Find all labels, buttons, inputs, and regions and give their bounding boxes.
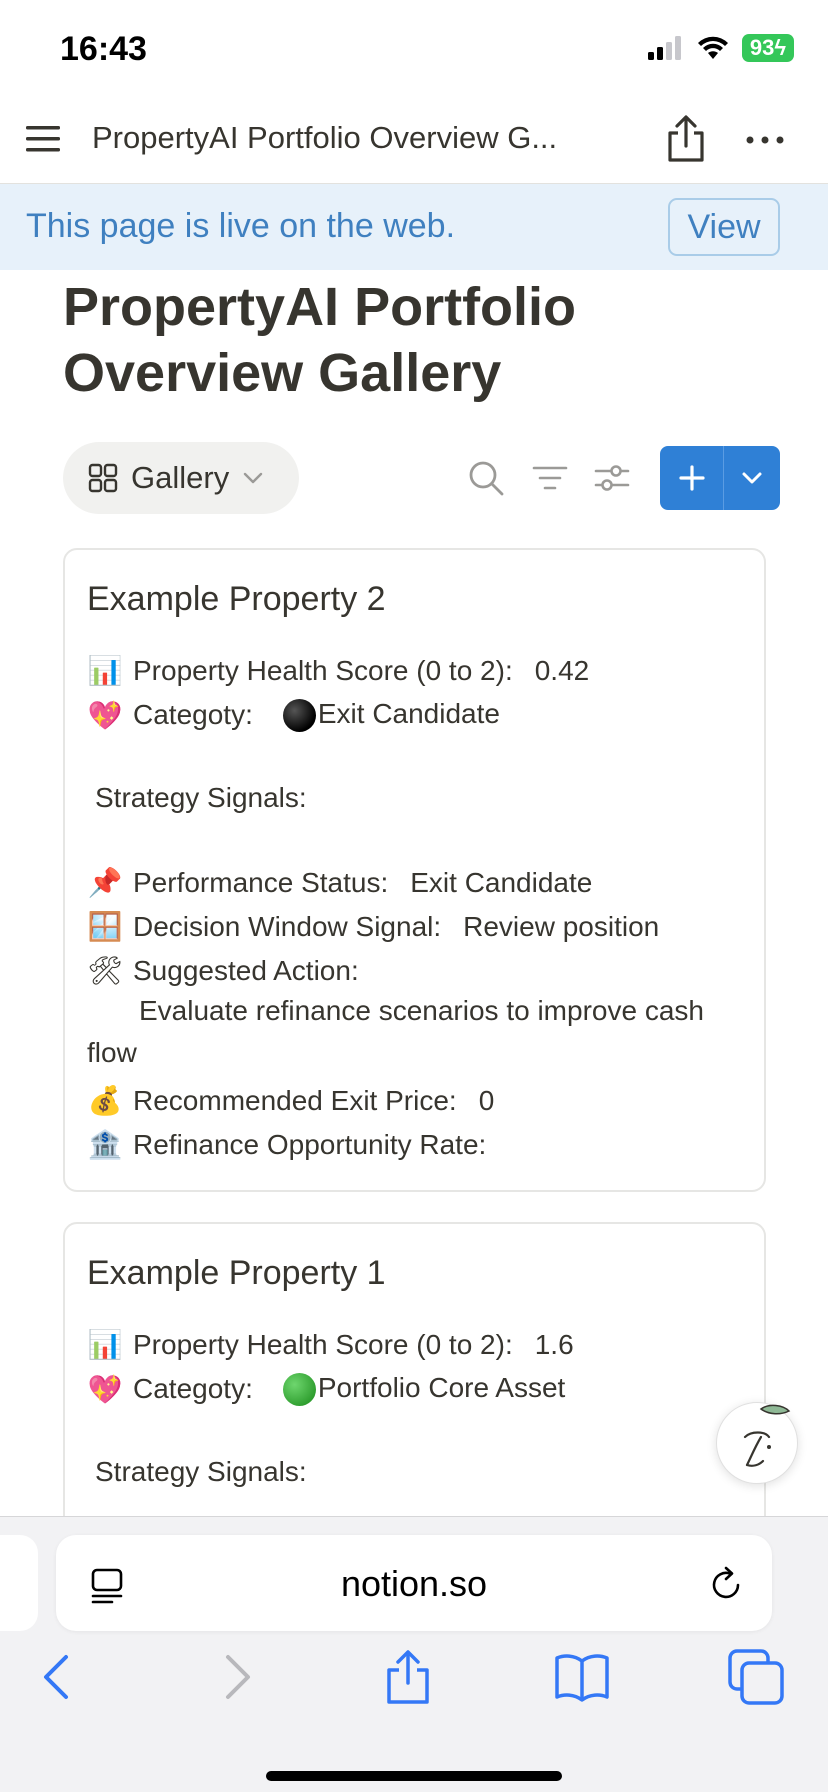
gallery-card[interactable]: Example Property 2 📊 Property Health Sco… bbox=[63, 548, 766, 1192]
cellular-signal-icon bbox=[647, 36, 681, 60]
gallery-view-label: Gallery bbox=[131, 460, 230, 495]
category-property: 💖 Categoty: Exit Candidate bbox=[87, 698, 500, 733]
suggested-action-line-2: flow bbox=[87, 1037, 137, 1068]
health-score-label: Property Health Score (0 to 2): bbox=[133, 1328, 513, 1360]
refinance-opportunity-rate: 🏦 Refinance Opportunity Rate: bbox=[87, 1128, 487, 1161]
wifi-icon bbox=[697, 36, 728, 59]
exit-price-value: 0 bbox=[478, 1084, 495, 1116]
health-score-value: 0.42 bbox=[534, 654, 590, 686]
decision-window-signal: 🪟 Decision Window Signal: Review positio… bbox=[87, 910, 660, 943]
heart-icon: 💖 bbox=[87, 1372, 123, 1406]
bar-chart-icon: 📊 bbox=[87, 1328, 123, 1361]
property-health-score: 📊 Property Health Score (0 to 2): 0.42 bbox=[87, 654, 590, 687]
status-time: 16:43 bbox=[60, 30, 147, 68]
recommended-exit-price: 💰 Recommended Exit Price: 0 bbox=[87, 1084, 495, 1117]
view-settings-icon[interactable] bbox=[592, 458, 632, 498]
charging-bolt-icon: ϟ bbox=[774, 35, 786, 60]
health-score-value: 1.6 bbox=[534, 1328, 574, 1360]
category-text: Exit Candidate bbox=[317, 698, 500, 729]
bar-chart-icon: 📊 bbox=[87, 654, 123, 687]
black-circle-icon bbox=[282, 699, 316, 733]
strategy-signals-label: Strategy Signals: bbox=[95, 1456, 307, 1487]
status-bar: 16:43 93ϟ bbox=[0, 0, 828, 96]
more-options-icon[interactable] bbox=[742, 120, 788, 160]
category-label: Categoty: bbox=[133, 1373, 253, 1405]
decision-window-label: Decision Window Signal: bbox=[133, 910, 442, 942]
share-icon[interactable] bbox=[378, 1647, 438, 1707]
live-on-web-banner: This page is live on the web. View bbox=[0, 184, 828, 270]
performance-status-value: Exit Candidate bbox=[410, 866, 593, 898]
battery-level: 93 bbox=[749, 35, 775, 60]
decision-window-value: Review position bbox=[463, 910, 660, 942]
suggested-action-label: Suggested Action: bbox=[133, 954, 359, 986]
back-icon[interactable] bbox=[28, 1647, 88, 1707]
suggested-action-value: Evaluate refinance scenarios to improve … bbox=[87, 990, 747, 1074]
bookmarks-icon[interactable] bbox=[552, 1647, 612, 1707]
previous-tab-peek[interactable] bbox=[0, 1535, 38, 1631]
help-assistant-button[interactable] bbox=[716, 1402, 798, 1484]
property-health-score: 📊 Property Health Score (0 to 2): 1.6 bbox=[87, 1328, 574, 1361]
card-title: Example Property 2 bbox=[87, 580, 386, 618]
gallery-card[interactable]: Example Property 1 📊 Property Health Sco… bbox=[63, 1222, 766, 1562]
share-icon[interactable] bbox=[664, 114, 708, 164]
performance-status-label: Performance Status: bbox=[133, 866, 389, 898]
search-icon[interactable] bbox=[466, 458, 506, 498]
reload-icon[interactable] bbox=[706, 1565, 746, 1605]
url-text: notion.so bbox=[340, 1563, 488, 1604]
battery-indicator: 93ϟ bbox=[741, 34, 794, 62]
view-button[interactable]: View bbox=[668, 198, 780, 256]
category-value: Portfolio Core Asset bbox=[282, 1372, 566, 1407]
suggested-action: 🛠 Suggested Action: bbox=[87, 954, 359, 987]
exit-price-label: Recommended Exit Price: bbox=[133, 1084, 457, 1116]
live-banner-text: This page is live on the web. bbox=[26, 207, 456, 245]
money-bag-icon: 💰 bbox=[87, 1084, 123, 1117]
page-title: PropertyAI Portfolio Overview Gallery bbox=[63, 274, 763, 406]
gallery-view-selector[interactable]: Gallery bbox=[63, 442, 299, 514]
address-bar[interactable]: notion.so bbox=[56, 1535, 772, 1631]
category-label: Categoty: bbox=[133, 699, 253, 731]
category-property: 💖 Categoty: Portfolio Core Asset bbox=[87, 1372, 566, 1407]
filter-icon[interactable] bbox=[530, 458, 570, 498]
suggested-action-line-1: Evaluate refinance scenarios to improve … bbox=[139, 995, 704, 1026]
window-icon: 🪟 bbox=[87, 910, 123, 943]
bank-icon: 🏦 bbox=[87, 1128, 123, 1161]
card-title: Example Property 1 bbox=[87, 1254, 386, 1292]
page-title-breadcrumb[interactable]: PropertyAI Portfolio Overview G... bbox=[92, 120, 557, 156]
chevron-down-icon bbox=[244, 472, 263, 484]
health-score-label: Property Health Score (0 to 2): bbox=[133, 654, 513, 686]
refinance-rate-label: Refinance Opportunity Rate: bbox=[133, 1128, 487, 1160]
notion-top-bar: PropertyAI Portfolio Overview G... bbox=[0, 96, 828, 184]
tabs-icon[interactable] bbox=[726, 1647, 786, 1707]
page-title-line-2: Overview Gallery bbox=[63, 343, 502, 403]
status-indicators: 93ϟ bbox=[647, 34, 794, 62]
category-value: Exit Candidate bbox=[282, 698, 500, 733]
safari-toolbar: notion.so bbox=[0, 1516, 828, 1792]
category-text: Portfolio Core Asset bbox=[317, 1372, 566, 1403]
chevron-down-icon bbox=[742, 472, 762, 484]
home-indicator bbox=[266, 1771, 562, 1781]
hamburger-menu-icon[interactable] bbox=[24, 122, 64, 156]
gallery-grid-icon bbox=[88, 463, 118, 493]
performance-status: 📌 Performance Status: Exit Candidate bbox=[87, 866, 593, 899]
green-circle-icon bbox=[282, 1373, 316, 1407]
tools-icon: 🛠 bbox=[87, 954, 123, 987]
heart-icon: 💖 bbox=[87, 698, 123, 732]
new-item-button[interactable] bbox=[660, 446, 724, 510]
plus-icon bbox=[678, 465, 705, 491]
new-item-button-group bbox=[660, 446, 780, 510]
new-item-options-button[interactable] bbox=[724, 446, 780, 510]
page-title-line-1: PropertyAI Portfolio bbox=[63, 277, 577, 337]
forward-icon[interactable] bbox=[206, 1647, 266, 1707]
strategy-signals-label: Strategy Signals: bbox=[95, 782, 307, 813]
notion-ai-face-icon bbox=[743, 1404, 791, 1467]
pushpin-icon: 📌 bbox=[87, 866, 123, 899]
